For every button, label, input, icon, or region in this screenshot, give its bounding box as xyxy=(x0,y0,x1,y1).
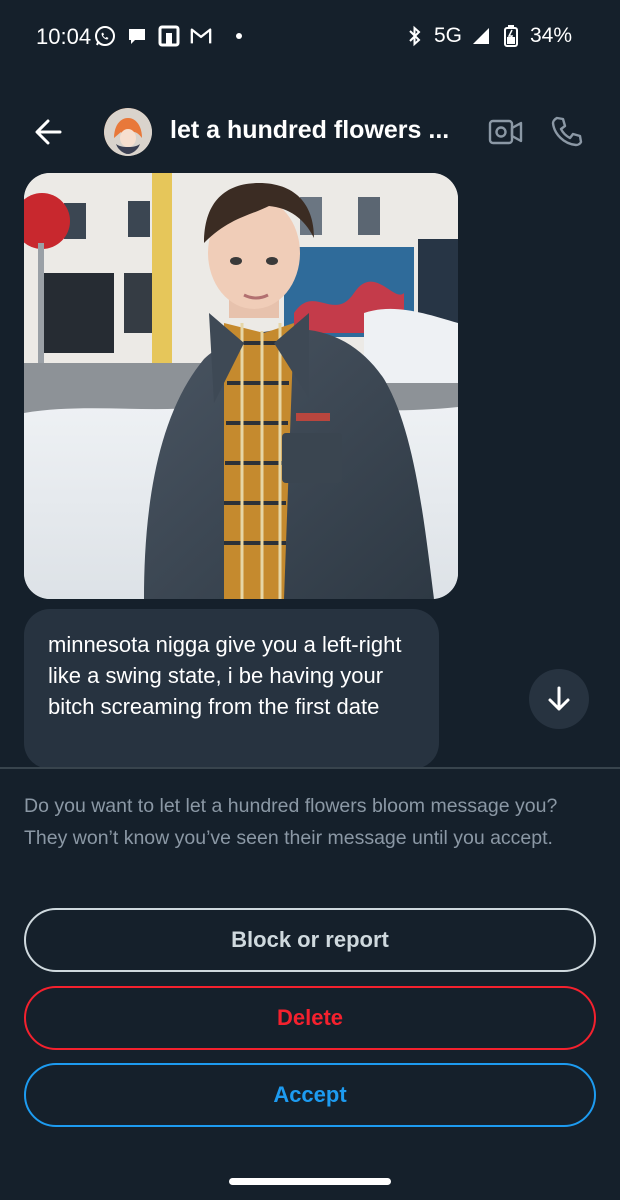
gmail-icon xyxy=(190,24,212,48)
photo-message[interactable] xyxy=(24,173,458,599)
dot-icon xyxy=(236,33,242,39)
message-bubble[interactable]: minnesota nigga give you a left-right li… xyxy=(24,609,439,769)
message-request-prompt: Do you want to let let a hundred flowers… xyxy=(24,795,558,849)
conversation-title[interactable]: let a hundred flowers ... xyxy=(170,116,470,145)
square-app-icon xyxy=(158,24,180,48)
status-time: 10:04 xyxy=(36,24,92,49)
accept-button[interactable]: Accept xyxy=(24,1063,596,1127)
phone-call-button[interactable] xyxy=(548,114,584,150)
signal-icon xyxy=(470,24,492,48)
whatsapp-icon xyxy=(94,24,116,48)
phone-icon xyxy=(551,116,583,147)
dm-request-screen: 10:04 5G 34% let a hundred flowers ... m… xyxy=(0,0,620,1200)
battery-percent: 34% xyxy=(529,24,572,47)
divider xyxy=(0,767,620,769)
back-button[interactable] xyxy=(30,114,70,150)
chat-bubble-icon xyxy=(126,24,148,48)
avatar[interactable] xyxy=(104,108,152,156)
status-bar: 10:04 5G 34% xyxy=(0,0,620,80)
arrow-left-icon xyxy=(35,119,62,145)
network-type: 5G xyxy=(433,24,462,47)
video-call-button[interactable] xyxy=(488,116,524,148)
bluetooth-icon xyxy=(404,24,426,48)
scroll-to-bottom-button[interactable] xyxy=(529,669,589,729)
notification-icons xyxy=(94,24,242,48)
home-indicator[interactable] xyxy=(229,1178,391,1185)
arrow-down-icon xyxy=(548,686,570,711)
battery-icon xyxy=(500,24,522,48)
system-icons: 5G 34% xyxy=(404,24,572,48)
message-text: minnesota nigga give you a left-right li… xyxy=(48,632,402,719)
block-or-report-button[interactable]: Block or report xyxy=(24,908,596,972)
delete-button[interactable]: Delete xyxy=(24,986,596,1050)
conversation-header: let a hundred flowers ... xyxy=(0,100,620,164)
video-call-icon xyxy=(488,119,523,145)
